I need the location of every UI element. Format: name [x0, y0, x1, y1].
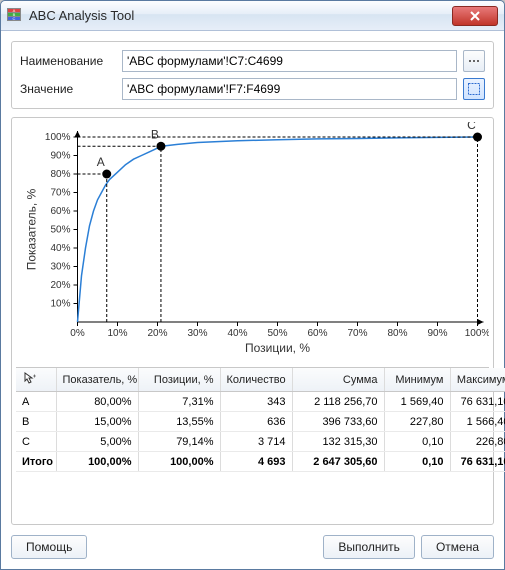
svg-text:Позиции, %: Позиции, %	[245, 341, 310, 355]
svg-text:60%: 60%	[50, 206, 70, 217]
svg-text:100%: 100%	[465, 328, 489, 339]
svg-text:50%: 50%	[267, 328, 287, 339]
svg-text:80%: 80%	[50, 169, 70, 180]
col-sum[interactable]: Сумма	[292, 368, 384, 392]
button-bar: Помощь Выполнить Отмена	[11, 535, 494, 559]
value-label: Значение	[20, 82, 122, 96]
svg-text:10%: 10%	[107, 328, 127, 339]
titlebar[interactable]: A B C ABC Analysis Tool	[1, 1, 504, 31]
svg-text:40%: 40%	[50, 243, 70, 254]
result-table-wrap: Показатель, % Позиции, % Количество Сумм…	[16, 367, 489, 502]
svg-text:100%: 100%	[45, 132, 71, 143]
svg-text:90%: 90%	[427, 328, 447, 339]
svg-text:B: B	[151, 127, 159, 141]
name-input[interactable]	[122, 50, 457, 72]
svg-text:30%: 30%	[187, 328, 207, 339]
app-icon: A B C	[7, 8, 23, 24]
window-title: ABC Analysis Tool	[29, 8, 452, 23]
app-window: A B C ABC Analysis Tool Наименование Зна…	[0, 0, 505, 570]
svg-text:20%: 20%	[147, 328, 167, 339]
name-label: Наименование	[20, 54, 122, 68]
svg-text:10%: 10%	[50, 299, 70, 310]
col-positions[interactable]: Позиции, %	[138, 368, 220, 392]
col-min[interactable]: Минимум	[384, 368, 450, 392]
help-button[interactable]: Помощь	[11, 535, 87, 559]
content-area: Наименование Значение 0% 10% 20% 30% 40% 50% 6…	[1, 31, 504, 569]
name-picker-button[interactable]	[463, 50, 485, 72]
svg-text:Показатель, %: Показатель, %	[25, 188, 39, 270]
table-row[interactable]: B15,00%13,55%636396 733,60227,801 566,40	[16, 412, 505, 432]
svg-text:C: C	[467, 122, 476, 132]
svg-text:A: A	[97, 155, 105, 169]
col-count[interactable]: Количество	[220, 368, 292, 392]
table-row[interactable]: C5,00%79,14%3 714132 315,300,10226,80	[16, 432, 505, 452]
svg-text:60%: 60%	[307, 328, 327, 339]
close-button[interactable]	[452, 6, 498, 26]
inputs-panel: Наименование Значение	[11, 41, 494, 109]
svg-text:90%: 90%	[50, 151, 70, 162]
value-picker-button[interactable]	[463, 78, 485, 100]
run-button[interactable]: Выполнить	[323, 535, 415, 559]
svg-text:70%: 70%	[347, 328, 367, 339]
table-row-total[interactable]: Итого100,00%100,00%4 6932 647 305,600,10…	[16, 452, 505, 472]
table-empty-area	[16, 472, 489, 502]
pointer-column-header[interactable]	[16, 368, 56, 392]
col-indicator[interactable]: Показатель, %	[56, 368, 138, 392]
abc-chart: 0% 10% 20% 30% 40% 50% 60% 70% 80% 90% 100% 10% 20% 3…	[16, 122, 489, 367]
cancel-button[interactable]: Отмена	[421, 535, 494, 559]
chart-and-table-panel: 0% 10% 20% 30% 40% 50% 60% 70% 80% 90% 100% 10% 20% 3…	[11, 117, 494, 525]
table-row[interactable]: A80,00%7,31%3432 118 256,701 569,4076 63…	[16, 392, 505, 412]
svg-text:20%: 20%	[50, 280, 70, 291]
result-table: Показатель, % Позиции, % Количество Сумм…	[16, 368, 505, 472]
svg-text:80%: 80%	[387, 328, 407, 339]
svg-text:50%: 50%	[50, 225, 70, 236]
svg-text:70%: 70%	[50, 188, 70, 199]
table-header-row: Показатель, % Позиции, % Количество Сумм…	[16, 368, 505, 392]
svg-text:0%: 0%	[70, 328, 85, 339]
svg-text:30%: 30%	[50, 262, 70, 273]
col-max[interactable]: Максимум	[450, 368, 505, 392]
svg-text:40%: 40%	[227, 328, 247, 339]
value-input[interactable]	[122, 78, 457, 100]
